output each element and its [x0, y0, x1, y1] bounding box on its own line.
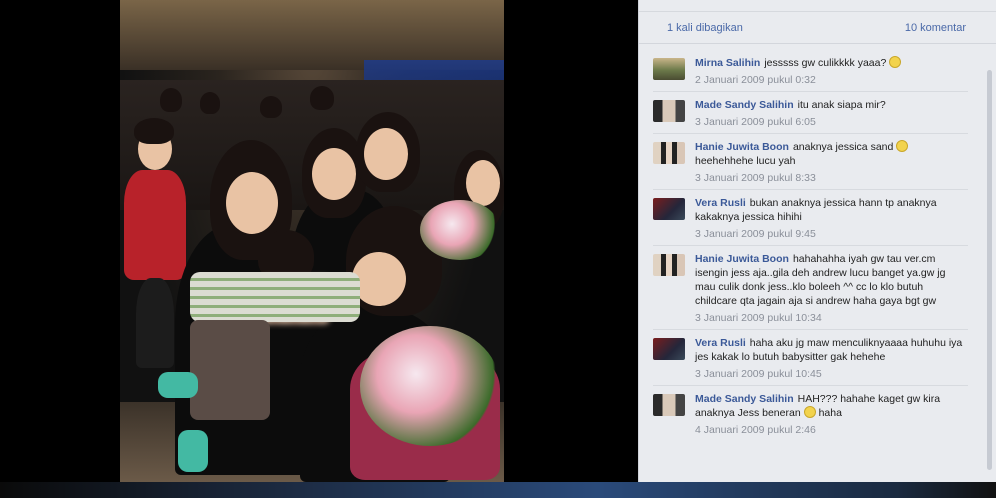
comment-author[interactable]: Mirna Salihin	[695, 57, 760, 69]
comments-list: Mirna Salihin jesssss gw culikkkk yaaa? 2…	[639, 44, 996, 441]
hair	[134, 118, 174, 144]
comment-body: Hanie Juwita Boon anaknya jessica sand he…	[695, 140, 968, 185]
comment-body: Vera Rusli haha aku jg maw menculiknyaaaa…	[695, 336, 968, 381]
comment-timestamp[interactable]: 3 Januari 2009 pukul 10:45	[695, 367, 968, 381]
face	[312, 148, 356, 200]
comment-item: Vera Rusli haha aku jg maw menculiknyaaaa…	[653, 330, 968, 386]
flower-bouquet	[360, 326, 500, 446]
comment-timestamp[interactable]: 3 Januari 2009 pukul 8:33	[695, 171, 968, 185]
avatar[interactable]	[653, 142, 685, 164]
comment-body: Made Sandy Salihin HAH??? hahahe kaget gw…	[695, 392, 968, 437]
comment-text: itu anak siapa mir?	[797, 99, 886, 111]
comment-author[interactable]: Hanie Juwita Boon	[695, 141, 789, 153]
comment-item: Mirna Salihin jesssss gw culikkkk yaaa? 2…	[653, 50, 968, 92]
comment-author[interactable]: Made Sandy Salihin	[695, 393, 794, 405]
avatar[interactable]	[653, 338, 685, 360]
scrollbar[interactable]	[987, 70, 992, 470]
avatar[interactable]	[653, 198, 685, 220]
comment-body: Mirna Salihin jesssss gw culikkkk yaaa? 2…	[695, 56, 968, 87]
shares-link[interactable]: 1 kali dibagikan	[667, 22, 743, 34]
comments-count-link[interactable]: 10 komentar	[905, 22, 966, 34]
child-pants	[190, 320, 270, 420]
smiley-icon	[896, 140, 909, 152]
comment-author[interactable]: Vera Rusli	[695, 197, 746, 209]
bottom-strip	[0, 482, 996, 498]
comment-item: Hanie Juwita Boon anaknya jessica sand he…	[653, 134, 968, 190]
avatar[interactable]	[653, 254, 685, 276]
avatar[interactable]	[653, 100, 685, 122]
avatar[interactable]	[653, 58, 685, 80]
face	[226, 172, 278, 234]
comment-timestamp[interactable]: 3 Januari 2009 pukul 9:45	[695, 227, 968, 241]
avatar[interactable]	[653, 394, 685, 416]
post-meta-bar: 1 kali dibagikan 10 komentar	[639, 12, 996, 44]
comment-text-tail: haha	[818, 407, 842, 419]
comment-item: Made Sandy Salihin HAH??? hahahe kaget gw…	[653, 386, 968, 441]
graduation-photo[interactable]	[120, 0, 504, 482]
flower-bouquet	[420, 200, 500, 260]
person-red-shirt	[124, 170, 186, 280]
smiley-icon	[803, 406, 816, 418]
comment-item: Vera Rusli bukan anaknya jessica hann tp …	[653, 190, 968, 246]
comment-timestamp[interactable]: 4 Januari 2009 pukul 2:46	[695, 423, 968, 437]
crowd-person	[200, 92, 220, 114]
comment-body: Made Sandy Salihin itu anak siapa mir? 3 …	[695, 98, 968, 129]
comment-item: Made Sandy Salihin itu anak siapa mir? 3 …	[653, 92, 968, 134]
panel-top-edge	[639, 0, 996, 12]
comment-body: Vera Rusli bukan anaknya jessica hann tp …	[695, 196, 968, 241]
smiley-icon	[889, 56, 902, 68]
comment-timestamp[interactable]: 2 Januari 2009 pukul 0:32	[695, 73, 968, 87]
comments-panel: 1 kali dibagikan 10 komentar Mirna Salih…	[638, 0, 996, 498]
comment-timestamp[interactable]: 3 Januari 2009 pukul 10:34	[695, 311, 968, 325]
trousers	[136, 278, 174, 368]
comment-author[interactable]: Vera Rusli	[695, 337, 746, 349]
face	[466, 160, 500, 206]
face	[364, 128, 408, 180]
screenshot: 1 kali dibagikan 10 komentar Mirna Salih…	[0, 0, 996, 498]
child-shoe	[158, 372, 198, 398]
comment-body: Hanie Juwita Boon hahahahha iyah gw tau v…	[695, 252, 968, 325]
crowd-person	[260, 96, 282, 118]
comment-text-line2: heehehhehe lucu yah	[695, 155, 796, 167]
child-shirt	[190, 272, 360, 322]
face	[352, 252, 406, 306]
comment-author[interactable]: Hanie Juwita Boon	[695, 253, 789, 265]
comment-item: Hanie Juwita Boon hahahahha iyah gw tau v…	[653, 246, 968, 330]
comment-timestamp[interactable]: 3 Januari 2009 pukul 6:05	[695, 115, 968, 129]
child-shoe	[178, 430, 208, 472]
comment-text: anaknya jessica sand	[792, 141, 894, 153]
comment-text: jesssss gw culikkkk yaaa?	[764, 57, 887, 69]
crowd-person	[310, 86, 334, 110]
comment-author[interactable]: Made Sandy Salihin	[695, 99, 794, 111]
crowd-person	[160, 88, 182, 112]
